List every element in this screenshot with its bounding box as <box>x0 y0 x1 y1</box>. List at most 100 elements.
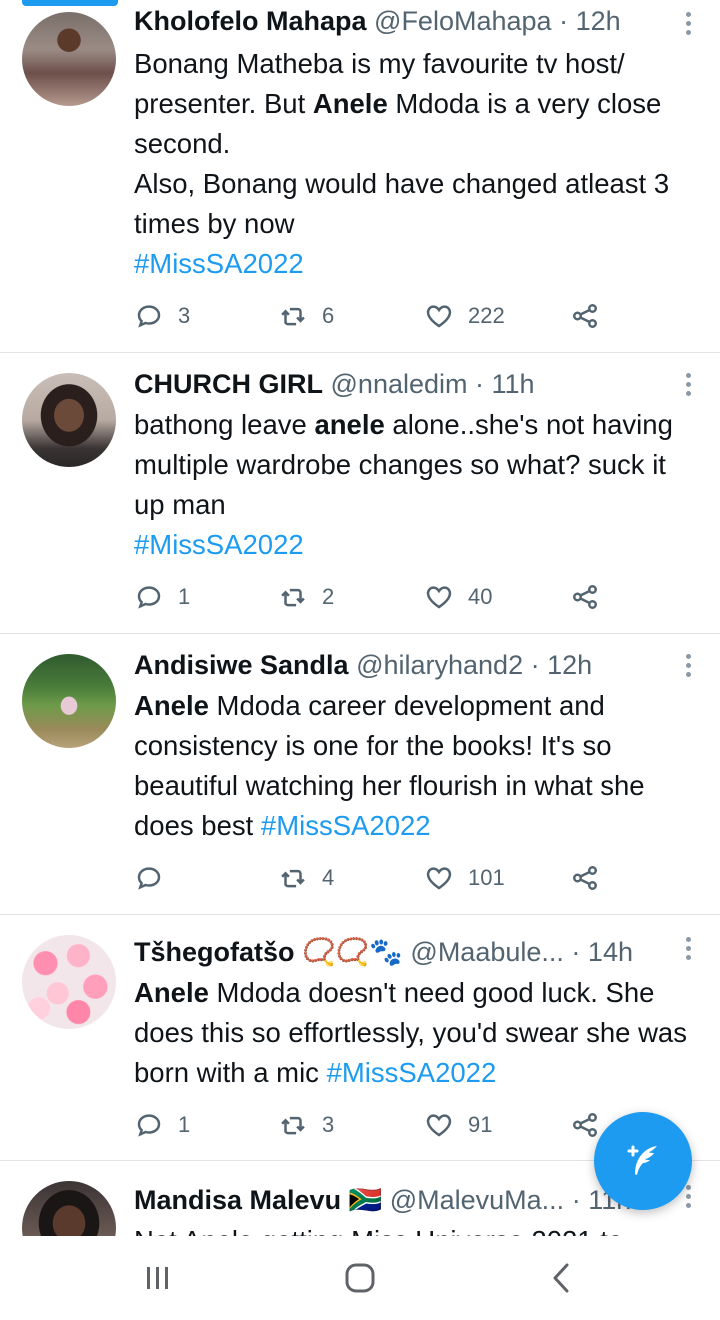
display-name[interactable]: Kholofelo Mahapa <box>134 6 367 36</box>
hashtag-link[interactable]: #MissSA2022 <box>261 810 431 841</box>
like-button[interactable]: 40 <box>424 579 492 615</box>
back-button[interactable] <box>532 1254 592 1302</box>
more-options-icon[interactable] <box>684 1185 692 1211</box>
reply-icon <box>137 305 161 328</box>
more-options-icon[interactable] <box>684 654 692 680</box>
reply-icon <box>137 586 161 609</box>
avatar[interactable] <box>22 654 116 748</box>
tweet-header: Andisiwe Sandla @hilaryhand2 · 12h <box>134 648 676 682</box>
like-count: 40 <box>468 584 493 609</box>
hashtag-link[interactable]: #MissSA2022 <box>134 529 304 560</box>
compose-feather-plus-icon <box>627 1145 657 1175</box>
retweet-button[interactable]: 3 <box>278 1107 334 1143</box>
tweet-text: Anele Mdoda doesn't need good luck. She … <box>134 973 698 1093</box>
compose-tweet-button[interactable] <box>594 1112 692 1210</box>
reply-icon <box>137 1114 161 1137</box>
retweet-icon <box>281 869 305 888</box>
heart-icon <box>426 586 452 609</box>
heart-icon <box>426 867 452 890</box>
more-options-icon[interactable] <box>684 937 692 963</box>
avatar[interactable] <box>22 12 116 106</box>
tweet-actions: 1 3 91 <box>134 1107 614 1143</box>
timestamp[interactable]: 11h <box>492 369 535 399</box>
recent-apps-button[interactable] <box>128 1254 188 1302</box>
tweet-text: Not Anele getting Miss Universe 2021 to <box>134 1221 698 1236</box>
reply-count: 3 <box>178 303 191 328</box>
retweet-count: 6 <box>322 303 335 328</box>
share-icon <box>573 866 597 890</box>
heart-icon <box>426 305 452 328</box>
tweet-text-segment: Not Anele getting Miss Universe 2021 to <box>134 1225 623 1236</box>
avatar[interactable] <box>22 935 116 1029</box>
user-handle[interactable]: @FeloMahapa <box>374 6 552 36</box>
separator-dot: · <box>571 937 581 967</box>
share-button[interactable] <box>570 860 600 896</box>
retweet-count: 2 <box>322 584 335 609</box>
reply-button[interactable]: 1 <box>134 1107 190 1143</box>
like-button[interactable]: 222 <box>424 298 505 334</box>
like-count: 91 <box>468 1112 493 1137</box>
home-icon <box>345 1263 375 1293</box>
like-count: 101 <box>468 865 505 890</box>
home-button[interactable] <box>330 1254 390 1302</box>
timestamp[interactable]: 12h <box>547 650 592 680</box>
like-button[interactable]: 91 <box>424 1107 492 1143</box>
tweet-text: Bonang Matheba is my favourite tv host/ … <box>134 44 698 284</box>
tweet[interactable]: CHURCH GIRL @nnaledim · 11h bathong leav… <box>0 353 720 633</box>
retweet-button[interactable]: 6 <box>278 298 334 334</box>
share-button[interactable] <box>570 1107 600 1143</box>
hashtag-link[interactable]: #MissSA2022 <box>134 248 304 279</box>
display-name[interactable]: CHURCH GIRL <box>134 369 323 399</box>
tweet-text: Anele Mdoda career development and consi… <box>134 686 698 846</box>
user-handle[interactable]: @Maabule... <box>410 937 563 967</box>
share-icon <box>573 304 597 328</box>
display-name[interactable]: Andisiwe Sandla <box>134 650 349 680</box>
reply-button[interactable] <box>134 860 178 896</box>
retweet-button[interactable]: 2 <box>278 579 334 615</box>
retweet-icon <box>281 588 305 607</box>
like-button[interactable]: 101 <box>424 860 505 896</box>
like-count: 222 <box>468 303 505 328</box>
tweet[interactable]: Andisiwe Sandla @hilaryhand2 · 12h Anele… <box>0 634 720 914</box>
reply-icon <box>137 867 161 890</box>
tweet[interactable]: Kholofelo Mahapa @FeloMahapa · 12h Bonan… <box>0 0 720 352</box>
hashtag-link[interactable]: #MissSA2022 <box>327 1057 497 1088</box>
reply-count: 1 <box>178 584 191 609</box>
more-options-icon[interactable] <box>684 12 692 38</box>
display-name[interactable]: Mandisa Malevu <box>134 1185 341 1215</box>
tweet-text-segment: bathong leave <box>134 409 315 440</box>
share-button[interactable] <box>570 579 600 615</box>
tweet-header: Kholofelo Mahapa @FeloMahapa · 12h <box>134 4 676 38</box>
user-handle[interactable]: @MalevuMa... <box>390 1185 564 1215</box>
retweet-count: 3 <box>322 1112 335 1137</box>
avatar[interactable] <box>22 1181 116 1236</box>
retweet-count: 4 <box>322 865 335 890</box>
user-handle[interactable]: @nnaledim <box>331 369 468 399</box>
avatar[interactable] <box>22 373 116 467</box>
share-button[interactable] <box>570 298 600 334</box>
separator-dot: · <box>475 369 485 399</box>
timestamp[interactable]: 12h <box>576 6 621 36</box>
user-handle[interactable]: @hilaryhand2 <box>356 650 523 680</box>
retweet-button[interactable]: 4 <box>278 860 334 896</box>
timestamp[interactable]: 14h <box>588 937 633 967</box>
tweet-text: bathong leave anele alone..she's not hav… <box>134 405 698 565</box>
highlighted-keyword: Anele <box>134 977 209 1008</box>
share-icon <box>573 1113 597 1137</box>
reply-button[interactable]: 1 <box>134 579 190 615</box>
more-options-icon[interactable] <box>684 373 692 399</box>
separator-dot: · <box>559 6 569 36</box>
retweet-icon <box>281 307 305 326</box>
timeline-feed[interactable]: Kholofelo Mahapa @FeloMahapa · 12h Bonan… <box>0 0 720 1236</box>
name-emoji: 📿📿🐾 <box>302 937 403 967</box>
tweet-text-segment: Also, Bonang would have changed atleast … <box>134 168 670 239</box>
back-icon <box>553 1263 569 1293</box>
display-name[interactable]: Tšhegofatšo <box>134 937 295 967</box>
highlighted-keyword: Anele <box>312 88 388 119</box>
reply-button[interactable]: 3 <box>134 298 190 334</box>
recent-apps-icon <box>147 1267 168 1289</box>
tweet-actions: 1 2 40 <box>134 579 614 615</box>
heart-icon <box>426 1114 452 1137</box>
highlighted-keyword: Anele <box>134 690 209 721</box>
separator-dot: · <box>571 1185 581 1215</box>
